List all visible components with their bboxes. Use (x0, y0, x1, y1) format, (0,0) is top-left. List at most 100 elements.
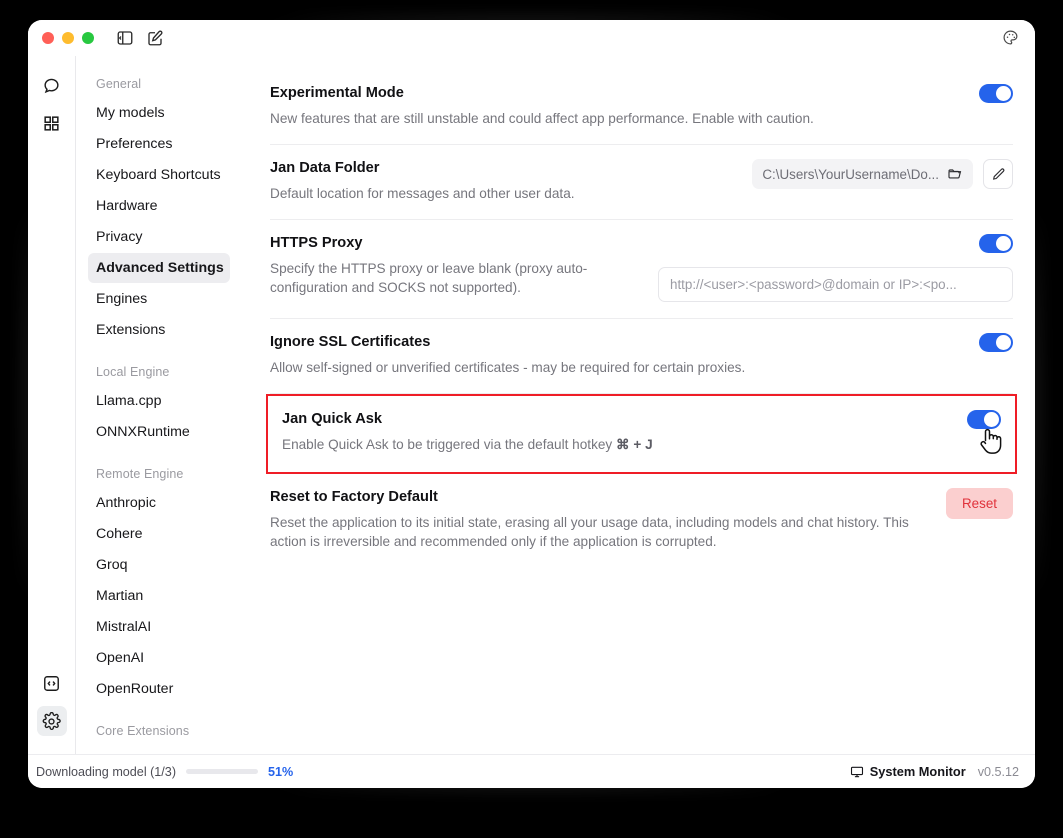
setting-row-jan-quick-ask: Jan Quick Ask Enable Quick Ask to be tri… (266, 394, 1017, 474)
experimental-mode-toggle[interactable] (979, 84, 1013, 103)
row-control (979, 84, 1013, 103)
jan-data-folder-path-value: C:\Users\YourUsername\Do... (762, 166, 939, 182)
setting-row-reset-factory: Reset to Factory Default Reset the appli… (270, 474, 1013, 567)
setting-title: Jan Quick Ask (282, 411, 383, 427)
sidebar-item-extensions[interactable]: Extensions (88, 315, 230, 345)
app-version: v0.5.12 (977, 764, 1019, 779)
setting-description: Default location for messages and other … (270, 186, 575, 201)
https-proxy-toggle[interactable] (979, 234, 1013, 253)
jan-data-folder-path-field[interactable]: C:\Users\YourUsername\Do... (752, 159, 973, 189)
monitor-icon (850, 766, 863, 777)
sidebar-item-engines[interactable]: Engines (88, 284, 230, 314)
toggle-knob (984, 412, 999, 427)
setting-description: Enable Quick Ask to be triggered via the… (282, 435, 653, 454)
setting-description-prefix: Enable Quick Ask to be triggered via the… (282, 437, 617, 452)
https-proxy-input[interactable] (658, 267, 1013, 302)
compose-icon[interactable] (146, 29, 164, 47)
row-text: HTTPS Proxy Specify the HTTPS proxy or l… (270, 234, 600, 297)
mouse-pointer-hand-cursor (980, 428, 1002, 454)
traffic-lights (42, 32, 94, 44)
download-progress-bar (186, 769, 259, 774)
setting-title: HTTPS Proxy (270, 235, 363, 251)
setting-title: Ignore SSL Certificates (270, 334, 431, 350)
setting-row-experimental-mode: Experimental Mode New features that are … (270, 70, 1013, 145)
setting-title: Jan Data Folder (270, 160, 380, 176)
download-progress-label: 51% (268, 764, 294, 779)
panel-toggle-icon[interactable] (116, 29, 134, 47)
gear-icon (42, 711, 61, 730)
sidebar-item-openrouter[interactable]: OpenRouter (88, 674, 230, 704)
nav-gap (88, 448, 230, 460)
sidebar-item-llama-cpp[interactable]: Llama.cpp (88, 386, 230, 416)
sidebar-item-onnxruntime[interactable]: ONNXRuntime (88, 417, 230, 447)
nav-group-local-engine-label: Local Engine (96, 365, 170, 379)
jan-quick-ask-toggle[interactable] (967, 410, 1001, 429)
setting-description: New features that are still unstable and… (270, 111, 814, 126)
sidebar-item-anthropic[interactable]: Anthropic (88, 488, 230, 518)
code-brackets-icon (44, 675, 59, 691)
nav-gap (88, 346, 230, 358)
nav-gap (88, 705, 230, 717)
setting-row-jan-data-folder: Jan Data Folder Default location for mes… (270, 145, 1013, 220)
setting-title: Reset to Factory Default (270, 489, 438, 505)
sidebar-item-model-management[interactable]: Model Management (88, 745, 230, 754)
maximize-window-button[interactable] (82, 32, 94, 44)
row-text: Jan Data Folder Default location for mes… (270, 159, 575, 203)
open-folder-icon[interactable] (947, 166, 963, 182)
nav-group-general-label: General (96, 77, 142, 91)
rail-item-chat[interactable] (37, 70, 67, 100)
screen: General My models Preferences Keyboard S… (0, 0, 1063, 838)
nav-group-remote-engine-label: Remote Engine (96, 467, 184, 481)
sidebar-item-cohere[interactable]: Cohere (88, 519, 230, 549)
minimize-window-button[interactable] (62, 32, 74, 44)
settings-content: Experimental Mode New features that are … (242, 56, 1035, 754)
pencil-icon (992, 167, 1004, 180)
icon-rail (28, 56, 75, 754)
chat-bubble-icon (44, 78, 59, 93)
settings-nav: General My models Preferences Keyboard S… (75, 56, 242, 754)
setting-row-ignore-ssl: Ignore SSL Certificates Allow self-signe… (270, 319, 1013, 394)
row-text: Jan Quick Ask Enable Quick Ask to be tri… (282, 410, 653, 454)
setting-row-https-proxy: HTTPS Proxy Specify the HTTPS proxy or l… (270, 220, 1013, 319)
download-status-text: Downloading model (1/3) (36, 764, 177, 779)
palette-icon (1003, 30, 1018, 45)
setting-description: Allow self-signed or unverified certific… (270, 360, 746, 375)
row-control (967, 410, 1001, 429)
rail-item-developer[interactable] (37, 668, 67, 698)
sidebar-item-keyboard-shortcuts[interactable]: Keyboard Shortcuts (88, 160, 230, 190)
sidebar-item-groq[interactable]: Groq (88, 550, 230, 580)
toggle-knob (996, 335, 1011, 350)
theme-palette-button[interactable] (1002, 29, 1019, 51)
sidebar-item-advanced-settings[interactable]: Advanced Settings (88, 253, 230, 283)
sidebar-item-privacy[interactable]: Privacy (88, 222, 230, 252)
sidebar-item-my-models[interactable]: My models (88, 98, 230, 128)
row-control (979, 333, 1013, 352)
row-text: Ignore SSL Certificates Allow self-signe… (270, 333, 745, 377)
title-bar (28, 20, 1035, 56)
sidebar-item-preferences[interactable]: Preferences (88, 129, 230, 159)
close-window-button[interactable] (42, 32, 54, 44)
row-text: Reset to Factory Default Reset the appli… (270, 488, 910, 551)
setting-description: Reset the application to its initial sta… (270, 515, 909, 549)
row-control: C:\Users\YourUsername\Do... (752, 159, 1013, 189)
system-monitor-label: System Monitor (869, 764, 966, 779)
toggle-knob (996, 86, 1011, 101)
ignore-ssl-toggle[interactable] (979, 333, 1013, 352)
status-right: System Monitor v0.5.12 (850, 764, 1019, 779)
rail-item-settings[interactable] (36, 706, 67, 736)
quick-ask-hotkey: ⌘ + J (616, 437, 653, 452)
rail-item-apps[interactable] (37, 108, 67, 138)
row-control (658, 234, 1013, 302)
sidebar-item-hardware[interactable]: Hardware (88, 191, 230, 221)
sidebar-item-mistralai[interactable]: MistralAI (88, 612, 230, 642)
sidebar-item-martian[interactable]: Martian (88, 581, 230, 611)
reset-button[interactable]: Reset (946, 488, 1013, 519)
edit-data-folder-button[interactable] (983, 159, 1013, 189)
download-status: Downloading model (1/3) 51% (36, 765, 293, 779)
system-monitor-button[interactable]: System Monitor (850, 764, 966, 779)
sidebar-item-openai[interactable]: OpenAI (88, 643, 230, 673)
row-text: Experimental Mode New features that are … (270, 84, 814, 128)
nav-group-core-extensions-label: Core Extensions (96, 724, 190, 738)
window-body: General My models Preferences Keyboard S… (28, 56, 1035, 754)
grid-apps-icon (44, 115, 59, 131)
